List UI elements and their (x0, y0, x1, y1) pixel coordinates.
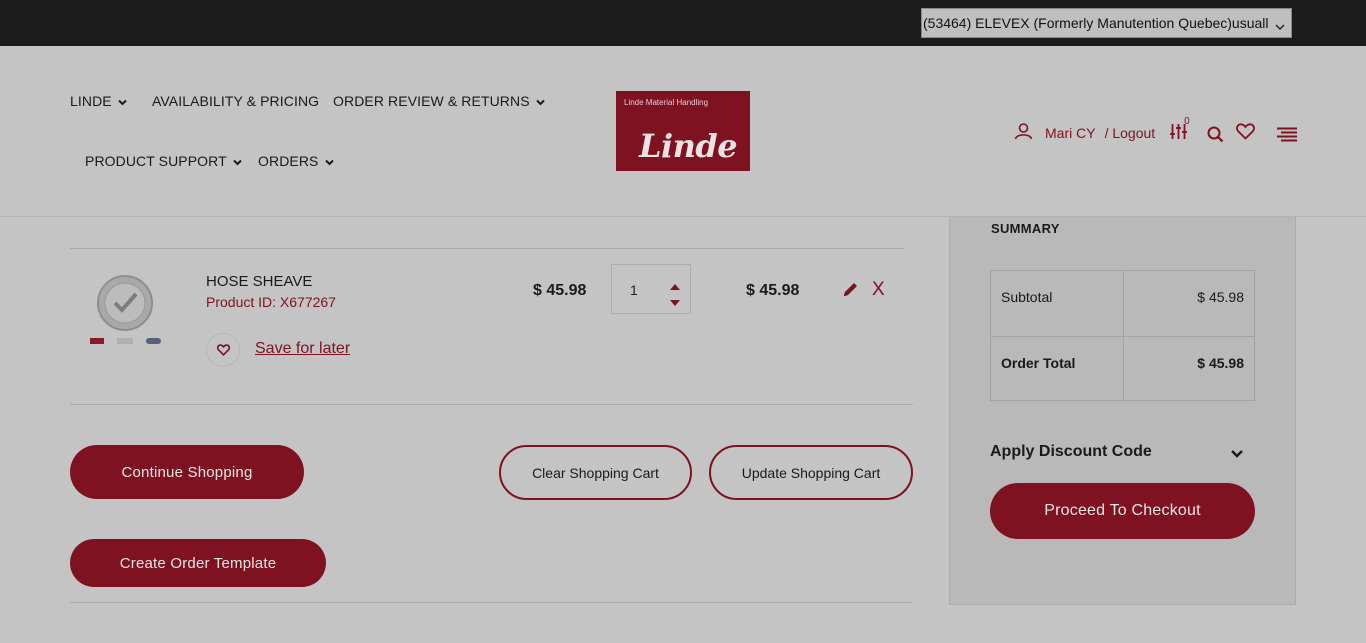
product-id: Product ID: X677267 (206, 294, 336, 310)
logo-tagline: Linde Material Handling (624, 98, 709, 107)
product-image[interactable] (86, 272, 164, 346)
create-order-template-button[interactable]: Create Order Template (70, 539, 326, 587)
order-total-value: $ 45.98 (1197, 355, 1244, 371)
caret-down-icon (535, 93, 545, 109)
logout-link[interactable]: / Logout (1105, 125, 1156, 141)
cart-divider (70, 404, 913, 405)
caret-down-icon (233, 153, 242, 169)
nav-availability-label: AVAILABILITY & PRICING (152, 93, 320, 109)
cart-divider (70, 602, 913, 603)
quantity-stepper[interactable]: 1 (611, 264, 691, 314)
user-name[interactable]: Mari CY (1045, 125, 1096, 141)
edit-pencil-icon[interactable] (842, 281, 859, 303)
cart-divider (70, 248, 904, 249)
caret-down-icon (324, 153, 334, 169)
unit-price: $ 45.98 (533, 282, 587, 299)
site-header: LINDE AVAILABILITY & PRICING ORDER REVIE… (0, 46, 1366, 217)
logo-wordmark: Linde (639, 127, 738, 165)
account-selector-label: (53464) ELEVEX (Formerly Manutention Que… (923, 15, 1269, 31)
update-shopping-cart-button[interactable]: Update Shopping Cart (709, 445, 913, 500)
nav-product-support[interactable]: PRODUCT SUPPORT (85, 153, 242, 169)
continue-shopping-button[interactable]: Continue Shopping (70, 445, 304, 499)
proceed-to-checkout-button[interactable]: Proceed To Checkout (990, 483, 1255, 539)
clear-shopping-cart-button[interactable]: Clear Shopping Cart (499, 445, 692, 500)
nav-orders-label: ORDERS (258, 153, 319, 169)
menu-icon[interactable] (1277, 127, 1298, 142)
chevron-down-icon[interactable] (1230, 446, 1244, 464)
table-divider (1123, 337, 1124, 401)
linde-logo[interactable]: Linde Material Handling Linde (616, 91, 750, 171)
nav-linde-label: LINDE (70, 93, 112, 109)
order-total-label: Order Total (1001, 355, 1076, 371)
chevron-down-icon (1275, 18, 1285, 34)
nav-order-review-label: ORDER REVIEW & RETURNS (333, 93, 530, 109)
top-bar: (53464) ELEVEX (Formerly Manutention Que… (0, 0, 1366, 46)
nav-product-support-label: PRODUCT SUPPORT (85, 153, 227, 169)
quantity-down-icon[interactable] (669, 294, 681, 312)
heart-icon[interactable] (1236, 122, 1256, 140)
summary-title: SUMMARY (991, 221, 1060, 236)
compare-count: 0 (1184, 115, 1190, 127)
subtotal-row: Subtotal $ 45.98 (991, 271, 1254, 336)
user-icon[interactable] (1014, 122, 1033, 140)
save-heart-icon[interactable] (206, 333, 240, 367)
nav-linde[interactable]: LINDE (70, 93, 127, 109)
quantity-value[interactable]: 1 (630, 282, 638, 298)
subtotal-value: $ 45.98 (1197, 289, 1244, 305)
user-area: Mari CY / Logout 0 (1014, 116, 1298, 143)
nav-orders[interactable]: ORDERS (258, 153, 334, 169)
compare-icon[interactable]: 0 (1169, 116, 1190, 140)
search-icon[interactable] (1207, 126, 1224, 143)
account-selector[interactable]: (53464) ELEVEX (Formerly Manutention Que… (921, 8, 1292, 38)
nav-order-review-returns[interactable]: ORDER REVIEW & RETURNS (333, 93, 545, 109)
summary-table: Subtotal $ 45.98 Order Total $ 45.98 (990, 270, 1255, 401)
nav-availability-pricing[interactable]: AVAILABILITY & PRICING (152, 93, 319, 109)
remove-item-icon[interactable]: X (872, 279, 885, 301)
product-name[interactable]: HOSE SHEAVE (206, 273, 312, 290)
table-divider (1123, 271, 1124, 336)
order-total-row: Order Total $ 45.98 (991, 336, 1254, 401)
apply-discount-code-toggle[interactable]: Apply Discount Code (990, 443, 1152, 461)
save-for-later-link[interactable]: Save for later (255, 340, 350, 358)
subtotal-label: Subtotal (1001, 289, 1053, 305)
caret-down-icon (118, 93, 127, 109)
line-subtotal: $ 45.98 (746, 282, 800, 299)
